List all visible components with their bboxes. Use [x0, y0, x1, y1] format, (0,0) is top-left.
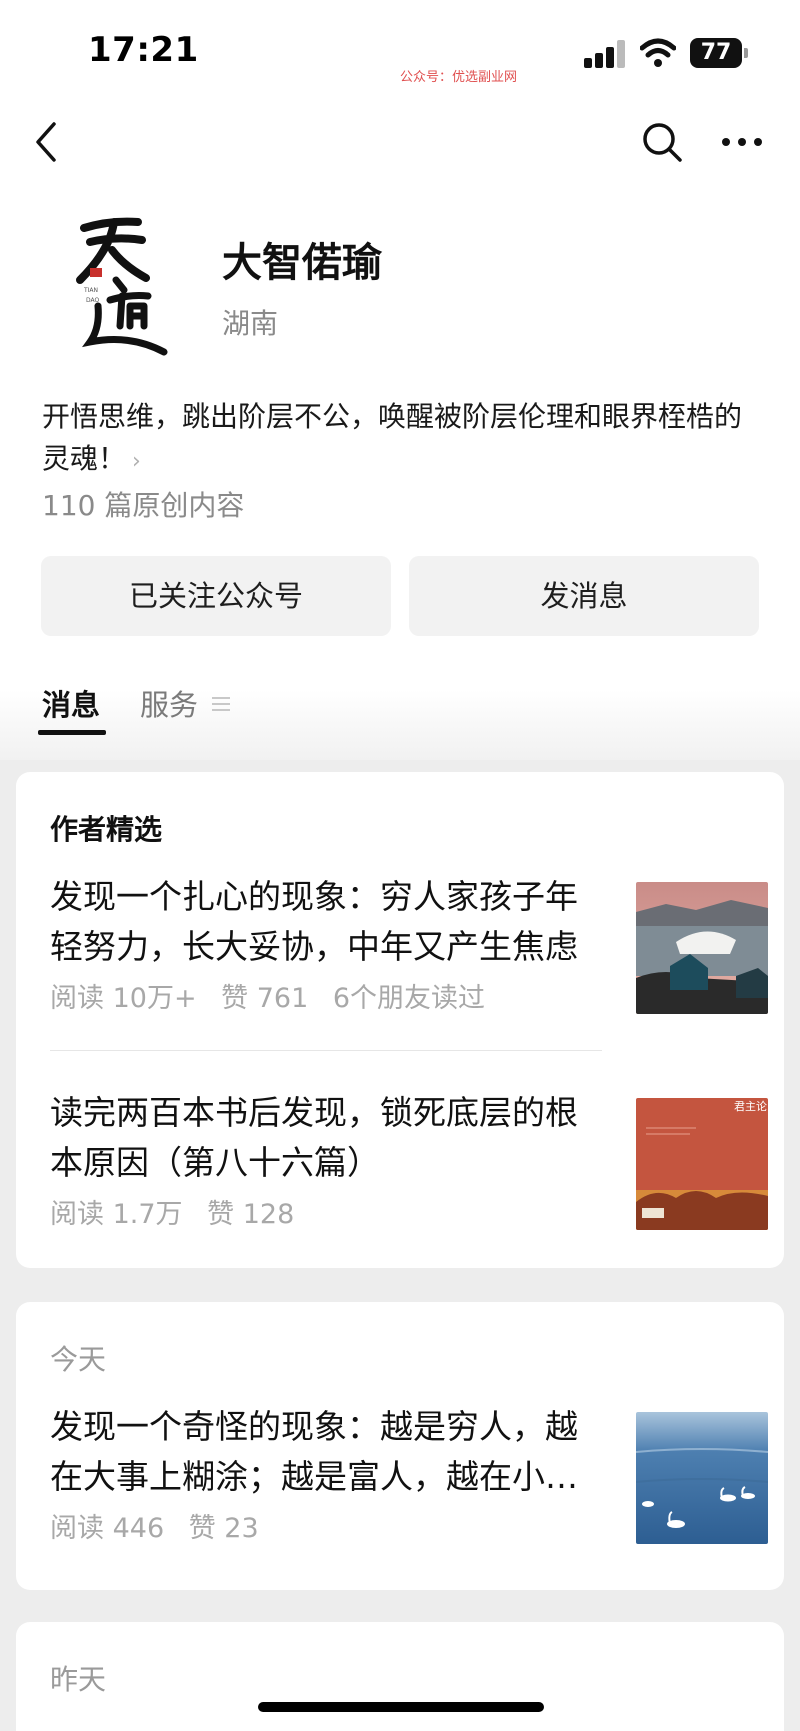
- article-item[interactable]: 发现一个扎心的现象：穷人家孩子年轻努力，长大妥协，中年又产生焦虑 阅读 10万+…: [50, 872, 768, 1032]
- article-thumbnail: [636, 882, 768, 1014]
- article-thumbnail: 君主论: [636, 1098, 768, 1230]
- article-item[interactable]: 发现一个奇怪的现象：越是穷人，越在大事上糊涂；越是富人，越在小事上较真 阅读 4…: [50, 1402, 768, 1562]
- tab-services[interactable]: 服务: [140, 682, 198, 724]
- followed-button[interactable]: 已关注公众号: [41, 556, 391, 636]
- back-icon[interactable]: [28, 118, 68, 166]
- home-indicator[interactable]: [258, 1702, 544, 1712]
- section-title-yesterday: 昨天: [50, 1663, 107, 1696]
- read-count: 阅读 10万+: [50, 983, 197, 1014]
- article-title: 读完两百本书后发现，锁死底层的根本原因（第八十六篇）: [50, 1093, 578, 1182]
- account-name: 大智偌瑜: [222, 240, 382, 286]
- read-count: 阅读 1.7万: [50, 1199, 183, 1230]
- header-area: [0, 0, 800, 760]
- section-title-featured: 作者精选: [50, 813, 163, 846]
- wifi-icon: [640, 38, 676, 67]
- account-description[interactable]: 开悟思维，跳出阶层不公，唤醒被阶层伦理和眼界桎梏的灵魂！ ›: [42, 396, 762, 483]
- like-count: 赞 128: [207, 1199, 295, 1230]
- today-card: 今天 发现一个奇怪的现象：越是穷人，越在大事上糊涂；越是富人，越在小事上较真 阅…: [16, 1302, 784, 1590]
- status-time: 17:21: [88, 30, 199, 70]
- article-item[interactable]: 读完两百本书后发现，锁死底层的根本原因（第八十六篇） 阅读 1.7万 赞 128…: [50, 1088, 768, 1248]
- article-title: 发现一个奇怪的现象：越是穷人，越在大事上糊涂；越是富人，越在小事上较真: [50, 1407, 578, 1496]
- like-count: 赞 23: [188, 1513, 259, 1544]
- like-count: 赞 761: [221, 983, 309, 1014]
- account-logo: TIAN DAO: [76, 217, 168, 356]
- account-location: 湖南: [222, 307, 279, 340]
- tab-messages[interactable]: 消息: [42, 682, 100, 724]
- description-text: 开悟思维，跳出阶层不公，唤醒被阶层伦理和眼界桎梏的灵魂！: [42, 400, 743, 475]
- menu-icon[interactable]: [212, 696, 230, 712]
- cellular-signal-icon: [584, 40, 628, 68]
- yesterday-card: 昨天: [16, 1622, 784, 1731]
- original-content-count: 110 篇原创内容: [42, 489, 245, 522]
- more-icon[interactable]: [720, 124, 764, 160]
- watermark: 公众号：优选副业网: [400, 70, 518, 85]
- send-message-button[interactable]: 发消息: [409, 556, 759, 636]
- active-tab-indicator: [38, 730, 106, 735]
- chevron-right-icon: ›: [132, 449, 141, 474]
- article-title: 发现一个扎心的现象：穷人家孩子年轻努力，长大妥协，中年又产生焦虑: [50, 877, 578, 966]
- search-icon[interactable]: [640, 120, 684, 164]
- featured-card: 作者精选 发现一个扎心的现象：穷人家孩子年轻努力，长大妥协，中年又产生焦虑 阅读…: [16, 772, 784, 1268]
- svg-text:TIAN: TIAN: [83, 287, 98, 294]
- read-count: 阅读 446: [50, 1513, 165, 1544]
- thumbnail-text: 君主论: [734, 1099, 767, 1113]
- friends-read: 6个朋友读过: [332, 983, 486, 1014]
- battery-indicator: 77: [690, 38, 748, 68]
- article-thumbnail: [636, 1412, 768, 1544]
- section-title-today: 今天: [50, 1343, 107, 1376]
- article-meta: 阅读 1.7万 赞 128: [50, 1192, 310, 1231]
- article-meta: 阅读 10万+ 赞 761 6个朋友读过: [50, 976, 501, 1015]
- divider: [50, 1050, 602, 1051]
- article-meta: 阅读 446 赞 23: [50, 1506, 275, 1545]
